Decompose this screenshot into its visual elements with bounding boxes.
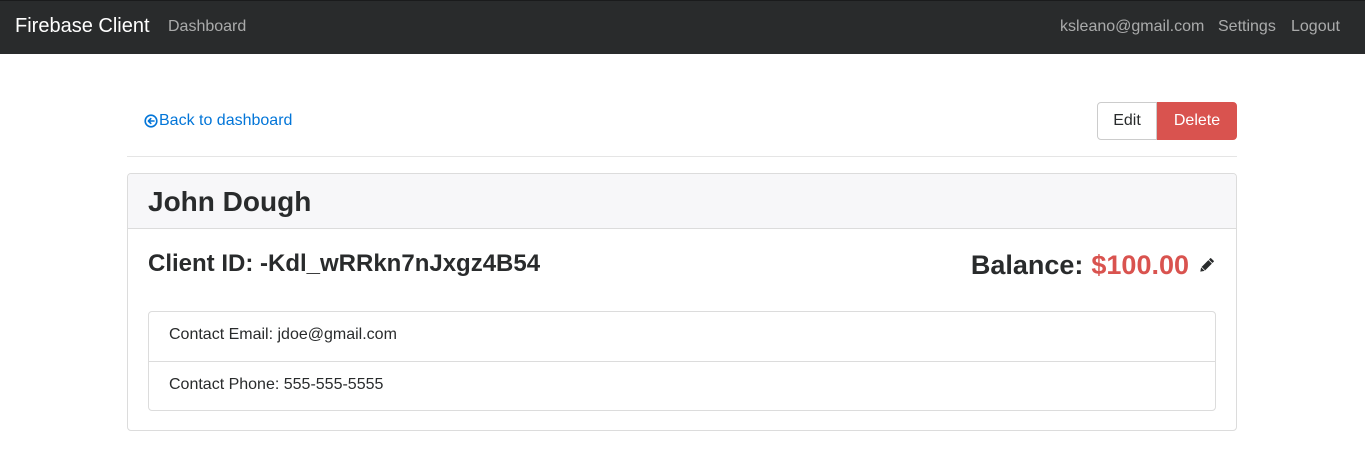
client-id-value: -Kdl_wRRkn7nJxgz4B54 (260, 250, 541, 277)
contact-email-label: Contact Email: (169, 326, 274, 343)
contact-phone-label: Contact Phone: (169, 376, 280, 393)
nav-logout-link[interactable]: Logout (1291, 18, 1340, 36)
edit-button[interactable]: Edit (1097, 102, 1157, 140)
divider (127, 156, 1237, 157)
client-action-buttons: Edit Delete (1097, 102, 1237, 140)
nav-settings-link[interactable]: Settings (1218, 18, 1276, 36)
contact-list: Contact Email: jdoe@gmail.com Contact Ph… (148, 311, 1216, 411)
balance-value: $100.00 (1091, 250, 1189, 280)
contact-email-value: jdoe@gmail.com (277, 326, 397, 343)
arrow-circle-left-icon (144, 114, 158, 128)
client-name: John Dough (148, 186, 312, 217)
back-to-dashboard-link[interactable]: Back to dashboard (144, 112, 292, 130)
pencil-icon[interactable] (1197, 256, 1216, 275)
brand-link[interactable]: Firebase Client (15, 15, 150, 38)
contact-phone-item: Contact Phone: 555-555-5555 (149, 361, 1215, 410)
back-link-label: Back to dashboard (159, 112, 293, 129)
contact-email-item: Contact Email: jdoe@gmail.com (149, 312, 1215, 361)
delete-button[interactable]: Delete (1157, 102, 1237, 140)
client-id: Client ID: -Kdl_wRRkn7nJxgz4B54 (148, 250, 540, 278)
nav-user-email-link[interactable]: ksleano@gmail.com (1060, 18, 1204, 36)
client-id-label: Client ID: (148, 250, 254, 277)
contact-phone-value: 555-555-5555 (283, 376, 384, 393)
balance-label: Balance: (970, 250, 1084, 280)
nav-dashboard-link[interactable]: Dashboard (168, 18, 246, 36)
client-card: John Dough Client ID: -Kdl_wRRkn7nJxgz4B… (127, 173, 1237, 431)
top-navbar: Firebase Client Dashboard ksleano@gmail.… (0, 0, 1365, 54)
client-balance: Balance: $100.00 (971, 250, 1216, 281)
card-header: John Dough (128, 174, 1236, 229)
